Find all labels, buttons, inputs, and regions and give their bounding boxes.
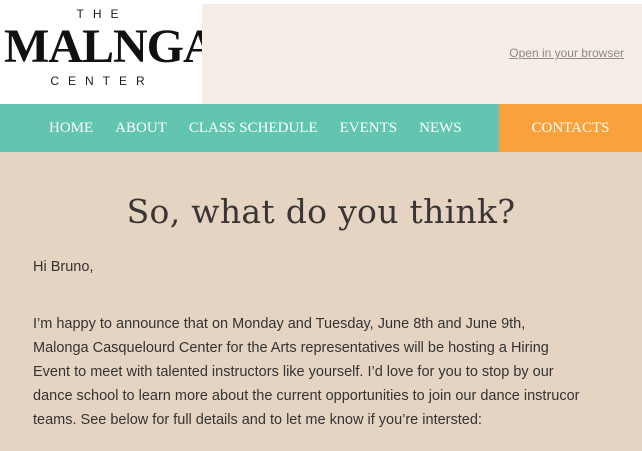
nav-menu: HOME ABOUT CLASS SCHEDULE EVENTS NEWS: [0, 104, 499, 152]
nav-item-class-schedule[interactable]: CLASS SCHEDULE: [189, 120, 318, 137]
logo-text-left: MAL: [4, 20, 114, 73]
logo-top-text: THE: [76, 7, 128, 21]
body-line: Malonga Casquelourd Center for the Arts …: [33, 340, 549, 356]
page-title: So, what do you think?: [126, 192, 516, 231]
header-banner: Open in your browser: [202, 4, 642, 104]
nav-item-news[interactable]: NEWS: [419, 120, 462, 137]
nav-item-home[interactable]: HOME: [49, 120, 93, 137]
body-line: teams. See below for full details and to…: [33, 412, 482, 428]
malonga-logo[interactable]: THE MAL NGA CENTER: [0, 4, 218, 104]
email-header: THE MAL NGA CENTER Open in your browser: [0, 4, 642, 104]
nav-item-contacts[interactable]: CONTACTS: [499, 104, 642, 152]
body-line: I’m happy to announce that on Monday and…: [33, 316, 526, 332]
nav-item-events[interactable]: EVENTS: [340, 120, 398, 137]
body-line: Event to meet with talented instructors …: [33, 364, 554, 380]
nav-item-about[interactable]: ABOUT: [115, 120, 167, 137]
open-in-browser-link[interactable]: Open in your browser: [509, 46, 624, 60]
logo-bottom-text: CENTER: [50, 74, 154, 88]
email-page: THE MAL NGA CENTER Open in your browser …: [0, 0, 642, 451]
main-navigation: HOME ABOUT CLASS SCHEDULE EVENTS NEWS CO…: [0, 104, 642, 152]
logo-wordmark: MAL NGA: [4, 20, 218, 73]
body-paragraph: I’m happy to announce that on Monday and…: [33, 312, 623, 432]
email-body: So, what do you think? Hi Bruno, I’m hap…: [0, 152, 642, 451]
body-line: dance school to learn more about the cur…: [33, 388, 580, 404]
greeting-text: Hi Bruno,: [33, 259, 94, 275]
